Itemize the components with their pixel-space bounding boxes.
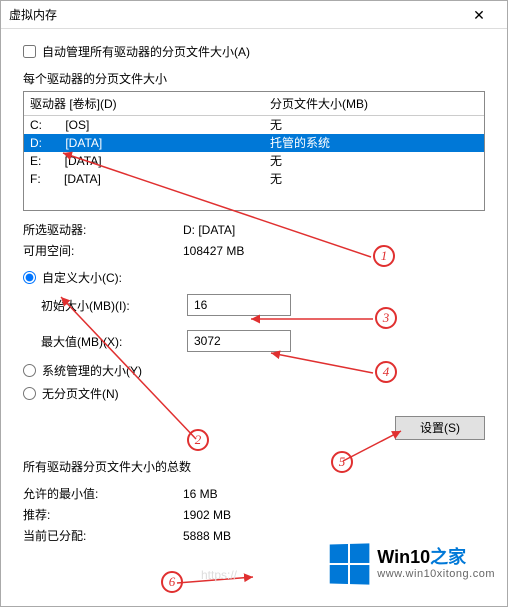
watermark-url: www.win10xitong.com [377, 568, 495, 580]
custom-size-label: 自定义大小(C): [42, 269, 122, 286]
min-allowed-label: 允许的最小值: [23, 485, 183, 502]
dialog-body: 自动管理所有驱动器的分页文件大小(A) 每个驱动器的分页文件大小 驱动器 [卷标… [1, 29, 507, 544]
header-drive: 驱动器 [卷标](D) [24, 92, 264, 115]
selected-drive-label: 所选驱动器: [23, 221, 183, 238]
drive-cell: E: [DATA] [24, 152, 264, 170]
titlebar: 虚拟内存 ✕ [1, 1, 507, 29]
allocated-label: 当前已分配: [23, 527, 183, 544]
free-space-value: 108427 MB [183, 244, 244, 258]
paging-cell: 无 [264, 116, 484, 134]
system-managed-radio[interactable]: 系统管理的大小(Y) [23, 362, 485, 379]
list-rows: C: [OS]无D: [DATA]托管的系统E: [DATA]无F: [DATA… [24, 116, 484, 188]
drive-cell: C: [OS] [24, 116, 264, 134]
max-size-row: 最大值(MB)(X): [23, 330, 485, 352]
drive-cell: D: [DATA] [24, 134, 264, 152]
recommended-row: 推荐: 1902 MB [23, 506, 485, 523]
selected-drive-value: D: [DATA] [183, 223, 235, 237]
initial-size-label: 初始大小(MB)(I): [41, 297, 187, 314]
paging-cell: 无 [264, 152, 484, 170]
free-space-label: 可用空间: [23, 242, 183, 259]
free-space-row: 可用空间: 108427 MB [23, 242, 485, 259]
table-row[interactable]: D: [DATA]托管的系统 [24, 134, 484, 152]
allocated-value: 5888 MB [183, 529, 231, 543]
watermark: Win10之家 www.win10xitong.com [329, 544, 495, 584]
list-header: 驱动器 [卷标](D) 分页文件大小(MB) [24, 92, 484, 116]
drive-listbox[interactable]: 驱动器 [卷标](D) 分页文件大小(MB) C: [OS]无D: [DATA]… [23, 91, 485, 211]
system-managed-input[interactable] [23, 364, 36, 377]
annotation-marker-6: 6 [161, 571, 183, 593]
system-managed-label: 系统管理的大小(Y) [42, 362, 142, 379]
header-paging: 分页文件大小(MB) [264, 92, 484, 115]
auto-manage-checkbox[interactable]: 自动管理所有驱动器的分页文件大小(A) [23, 43, 485, 60]
watermark-text: Win10之家 www.win10xitong.com [377, 548, 495, 580]
auto-manage-input[interactable] [23, 45, 36, 58]
close-icon[interactable]: ✕ [459, 1, 499, 29]
custom-size-radio[interactable]: 自定义大小(C): [23, 269, 485, 286]
window-title: 虚拟内存 [9, 1, 57, 29]
ghost-url: https:// [201, 568, 237, 582]
paging-cell: 托管的系统 [264, 134, 484, 152]
min-allowed-value: 16 MB [183, 487, 218, 501]
watermark-brand-b: 之家 [430, 547, 466, 567]
recommended-label: 推荐: [23, 506, 183, 523]
recommended-value: 1902 MB [183, 508, 231, 522]
paging-cell: 无 [264, 170, 484, 188]
auto-manage-label: 自动管理所有驱动器的分页文件大小(A) [42, 43, 250, 60]
virtual-memory-dialog: 虚拟内存 ✕ 自动管理所有驱动器的分页文件大小(A) 每个驱动器的分页文件大小 … [0, 0, 508, 607]
drive-cell: F: [DATA] [24, 170, 264, 188]
selected-drive-row: 所选驱动器: D: [DATA] [23, 221, 485, 238]
initial-size-row: 初始大小(MB)(I): [23, 294, 485, 316]
totals-label: 所有驱动器分页文件大小的总数 [23, 458, 485, 475]
set-button-row: 设置(S) [23, 416, 485, 440]
max-size-input[interactable] [187, 330, 291, 352]
no-paging-input[interactable] [23, 387, 36, 400]
table-row[interactable]: E: [DATA]无 [24, 152, 484, 170]
watermark-brand-a: Win10 [377, 547, 430, 567]
table-row[interactable]: C: [OS]无 [24, 116, 484, 134]
no-paging-radio[interactable]: 无分页文件(N) [23, 385, 485, 402]
min-allowed-row: 允许的最小值: 16 MB [23, 485, 485, 502]
no-paging-label: 无分页文件(N) [42, 385, 119, 402]
custom-size-input[interactable] [23, 271, 36, 284]
set-button[interactable]: 设置(S) [395, 416, 485, 440]
table-row[interactable]: F: [DATA]无 [24, 170, 484, 188]
max-size-label: 最大值(MB)(X): [41, 333, 187, 350]
initial-size-input[interactable] [187, 294, 291, 316]
windows-logo-icon [330, 543, 370, 584]
per-drive-label: 每个驱动器的分页文件大小 [23, 70, 485, 87]
allocated-row: 当前已分配: 5888 MB [23, 527, 485, 544]
